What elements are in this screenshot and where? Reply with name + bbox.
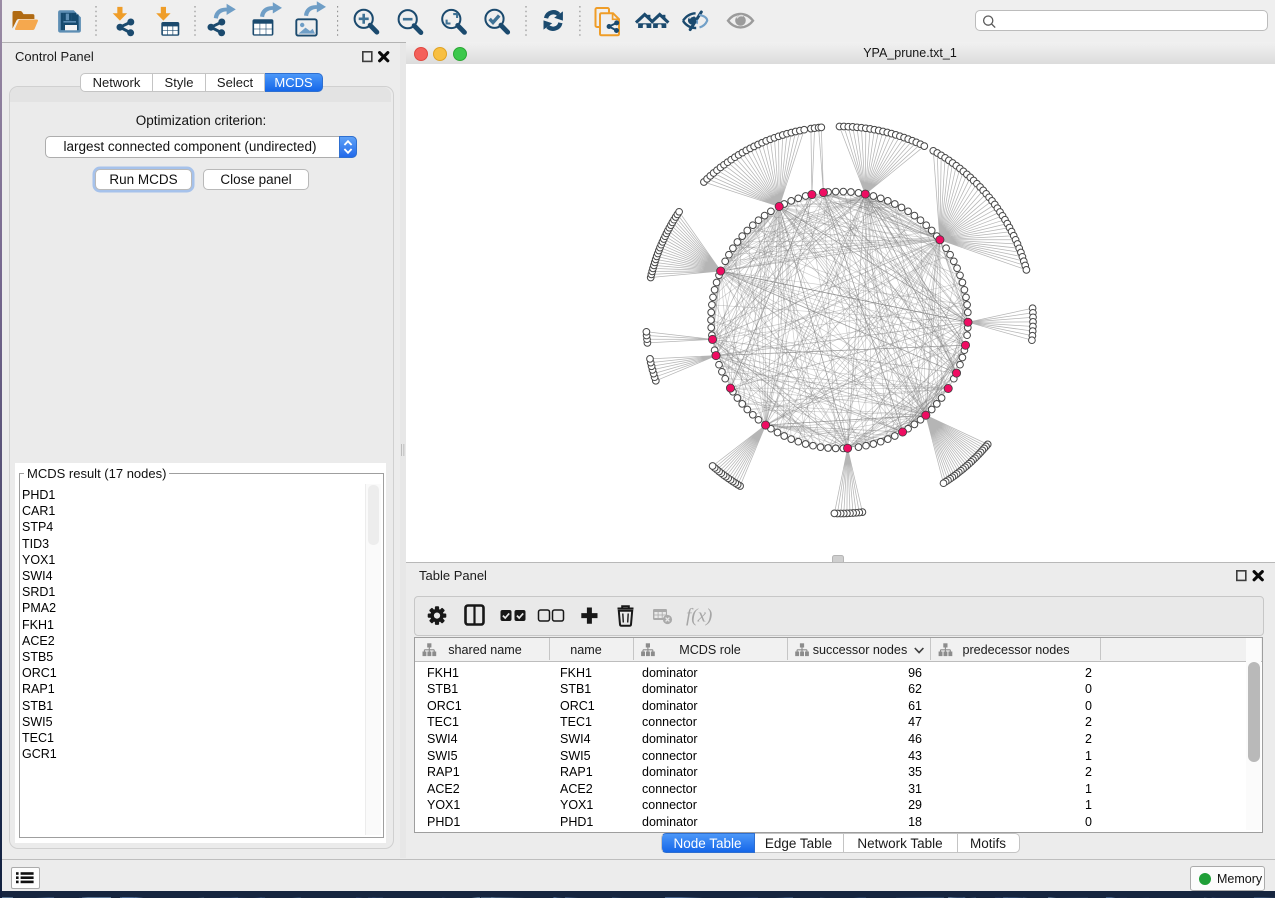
svg-text:shared name: shared name (448, 643, 522, 657)
svg-text:successor nodes: successor nodes (813, 643, 908, 657)
svg-text:MCDS role: MCDS role (679, 643, 741, 657)
svg-text:name: name (570, 643, 602, 657)
svg-text:f(x): f(x) (686, 606, 712, 627)
svg-text:predecessor nodes: predecessor nodes (962, 643, 1069, 657)
